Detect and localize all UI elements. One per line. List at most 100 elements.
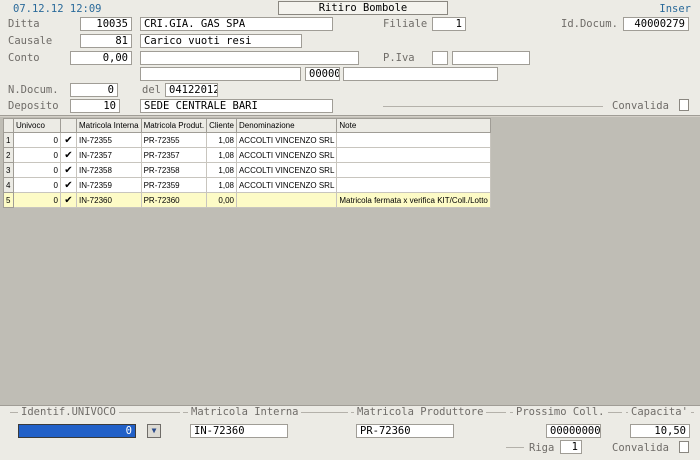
cell-denominazione[interactable]: ACCOLTI VINCENZO SRL bbox=[235, 147, 338, 163]
ndocum-label: N.Docum. bbox=[8, 84, 59, 96]
convalida-label: Convalida bbox=[612, 100, 669, 112]
deposito-name-field[interactable]: SEDE CENTRALE BARI bbox=[140, 99, 333, 113]
iddocum-label: Id.Docum. bbox=[561, 18, 618, 30]
filiale-label: Filiale bbox=[383, 18, 428, 30]
cell-note[interactable] bbox=[336, 147, 491, 163]
cell-matricola-produt[interactable]: PR-72357 bbox=[140, 147, 208, 163]
table-header-row: Univoco Matricola Interna Matricola Prod… bbox=[3, 118, 491, 133]
cell-univoco[interactable]: 0 bbox=[13, 177, 61, 193]
iddocum-field[interactable]: 40000279 bbox=[623, 17, 689, 31]
column-header-check[interactable] bbox=[60, 118, 77, 133]
piva-prefix-field[interactable] bbox=[432, 51, 448, 65]
cell-matricola-produt[interactable]: PR-72360 bbox=[140, 192, 208, 208]
table-row-selected[interactable]: 5 0 ✔ IN-72360 PR-72360 0,00 Matricola f… bbox=[3, 192, 491, 208]
cell-matricola-produt[interactable]: PR-72355 bbox=[140, 132, 208, 148]
cell-matricola-interna[interactable]: IN-72357 bbox=[76, 147, 142, 163]
table-row[interactable]: 2 0 ✔ IN-72357 PR-72357 1,08 ACCOLTI VIN… bbox=[3, 147, 491, 163]
cell-note[interactable]: Matricola fermata x verifica KIT/Coll./L… bbox=[336, 192, 491, 208]
cell-denominazione[interactable] bbox=[235, 192, 338, 208]
table-row[interactable]: 1 0 ✔ IN-72355 PR-72355 1,08 ACCOLTI VIN… bbox=[3, 132, 491, 148]
city-field[interactable] bbox=[343, 67, 498, 81]
deposito-code-field[interactable]: 10 bbox=[70, 99, 120, 113]
convalida-bottom-checkbox[interactable] bbox=[679, 441, 689, 453]
cell-cliente[interactable]: 1,08 bbox=[206, 162, 237, 178]
causale-label: Causale bbox=[8, 35, 53, 47]
column-header-denominazione[interactable]: Denominazione bbox=[235, 118, 338, 133]
prossimo-label: Prossimo Coll. bbox=[513, 406, 608, 418]
check-icon[interactable]: ✔ bbox=[60, 132, 77, 148]
conto-field[interactable]: 0,00 bbox=[70, 51, 132, 65]
address-field[interactable] bbox=[140, 67, 301, 81]
conto-label: Conto bbox=[8, 52, 40, 64]
cell-univoco[interactable]: 0 bbox=[13, 162, 61, 178]
convalida-checkbox[interactable] bbox=[679, 99, 689, 111]
identif-univoco-combo[interactable]: 0 bbox=[18, 424, 136, 438]
row-number: 1 bbox=[3, 132, 14, 148]
row-number: 3 bbox=[3, 162, 14, 178]
ditta-code-field[interactable]: 10035 bbox=[80, 17, 132, 31]
cell-univoco[interactable]: 0 bbox=[13, 147, 61, 163]
cell-matricola-produt[interactable]: PR-72358 bbox=[140, 162, 208, 178]
column-header-univoco[interactable]: Univoco bbox=[13, 118, 61, 133]
cell-note[interactable] bbox=[336, 162, 491, 178]
cell-cliente[interactable]: 1,08 bbox=[206, 132, 237, 148]
cell-denominazione[interactable]: ACCOLTI VINCENZO SRL bbox=[235, 162, 338, 178]
conto-name-field[interactable] bbox=[140, 51, 359, 65]
cell-denominazione[interactable]: ACCOLTI VINCENZO SRL bbox=[235, 177, 338, 193]
grid-area: Univoco Matricola Interna Matricola Prod… bbox=[0, 117, 700, 405]
cell-note[interactable] bbox=[336, 132, 491, 148]
riga-label: Riga bbox=[529, 442, 555, 454]
causale-desc-field[interactable]: Carico vuoti resi bbox=[140, 34, 302, 48]
mode-indicator: Inser bbox=[659, 3, 691, 15]
row-number: 5 bbox=[3, 192, 14, 208]
detail-panel: Identif.UNIVOCO Matricola Interna Matric… bbox=[0, 405, 700, 460]
check-icon[interactable]: ✔ bbox=[60, 177, 77, 193]
cell-matricola-interna[interactable]: IN-72355 bbox=[76, 132, 142, 148]
cell-matricola-produt[interactable]: PR-72359 bbox=[140, 177, 208, 193]
filiale-field[interactable]: 1 bbox=[432, 17, 466, 31]
cell-univoco[interactable]: 0 bbox=[13, 192, 61, 208]
check-icon[interactable]: ✔ bbox=[60, 162, 77, 178]
interna-label: Matricola Interna bbox=[188, 406, 302, 418]
cell-matricola-interna[interactable]: IN-72360 bbox=[76, 192, 142, 208]
row-number: 2 bbox=[3, 147, 14, 163]
cell-cliente[interactable]: 0,00 bbox=[206, 192, 237, 208]
identif-label: Identif.UNIVOCO bbox=[18, 406, 119, 418]
table-row[interactable]: 4 0 ✔ IN-72359 PR-72359 1,08 ACCOLTI VIN… bbox=[3, 177, 491, 193]
table-row[interactable]: 3 0 ✔ IN-72358 PR-72358 1,08 ACCOLTI VIN… bbox=[3, 162, 491, 178]
prossimo-coll-field[interactable]: 00000000 bbox=[546, 424, 601, 438]
column-header-note[interactable]: Note bbox=[336, 118, 491, 133]
divider bbox=[383, 106, 603, 107]
cap-field[interactable]: 00000 bbox=[305, 67, 340, 81]
cell-cliente[interactable]: 1,08 bbox=[206, 147, 237, 163]
del-date-field[interactable]: 04122012 bbox=[165, 83, 218, 97]
cell-univoco[interactable]: 0 bbox=[13, 132, 61, 148]
cell-cliente[interactable]: 1,08 bbox=[206, 177, 237, 193]
column-header-matricola-interna[interactable]: Matricola Interna bbox=[76, 118, 142, 133]
causale-code-field[interactable]: 81 bbox=[80, 34, 132, 48]
datetime-display: 07.12.12 12:09 bbox=[13, 3, 102, 15]
capacita-field[interactable]: 10,50 bbox=[630, 424, 690, 438]
cell-matricola-interna[interactable]: IN-72359 bbox=[76, 177, 142, 193]
chevron-down-icon[interactable]: ▼ bbox=[147, 424, 161, 438]
ditta-label: Ditta bbox=[8, 18, 40, 30]
column-header-cliente[interactable]: Cliente bbox=[206, 118, 237, 133]
capacita-label: Capacita' bbox=[628, 406, 691, 418]
header-form: 07.12.12 12:09 Ritiro Bombole Inser Ditt… bbox=[0, 0, 700, 116]
cell-denominazione[interactable]: ACCOLTI VINCENZO SRL bbox=[235, 132, 338, 148]
piva-label: P.Iva bbox=[383, 52, 415, 64]
matricola-produttore-field[interactable]: PR-72360 bbox=[356, 424, 454, 438]
produttore-label: Matricola Produttore bbox=[354, 406, 487, 418]
piva-field[interactable] bbox=[452, 51, 530, 65]
check-icon[interactable]: ✔ bbox=[60, 147, 77, 163]
check-icon[interactable]: ✔ bbox=[60, 192, 77, 208]
cell-matricola-interna[interactable]: IN-72358 bbox=[76, 162, 142, 178]
convalida-bottom-label: Convalida bbox=[612, 442, 669, 454]
cell-note[interactable] bbox=[336, 177, 491, 193]
column-header-matricola-produt[interactable]: Matricola Produt. bbox=[140, 118, 208, 133]
ditta-name-field[interactable]: CRI.GIA. GAS SPA bbox=[140, 17, 333, 31]
matricola-interna-field[interactable]: IN-72360 bbox=[190, 424, 288, 438]
ndocum-field[interactable]: 0 bbox=[70, 83, 118, 97]
riga-field[interactable]: 1 bbox=[560, 440, 582, 454]
window-title: Ritiro Bombole bbox=[278, 1, 448, 15]
